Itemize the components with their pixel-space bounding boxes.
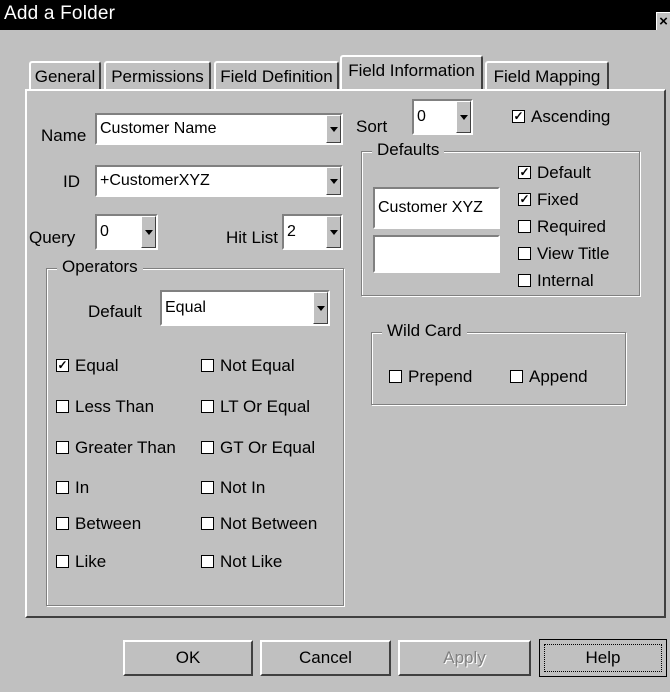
tab-field-definition[interactable]: Field Definition bbox=[214, 61, 339, 91]
cancel-label: Cancel bbox=[299, 648, 352, 667]
tab-permissions[interactable]: Permissions bbox=[104, 61, 211, 91]
apply-label: Apply bbox=[443, 648, 486, 667]
apply-button[interactable]: Apply bbox=[398, 640, 531, 676]
tab-field-mapping[interactable]: Field Mapping bbox=[485, 61, 609, 91]
close-icon[interactable]: × bbox=[656, 12, 670, 30]
title-bar: Add a Folder × bbox=[0, 0, 670, 30]
ok-button[interactable]: OK bbox=[123, 640, 253, 676]
help-button[interactable]: Help bbox=[539, 639, 667, 677]
window-title: Add a Folder bbox=[4, 3, 116, 24]
cancel-button[interactable]: Cancel bbox=[260, 640, 391, 676]
tab-general[interactable]: General bbox=[29, 61, 101, 91]
help-label: Help bbox=[585, 648, 621, 667]
field-information-panel bbox=[25, 89, 666, 618]
tab-field-information[interactable]: Field Information bbox=[340, 55, 483, 89]
ok-label: OK bbox=[175, 648, 201, 667]
